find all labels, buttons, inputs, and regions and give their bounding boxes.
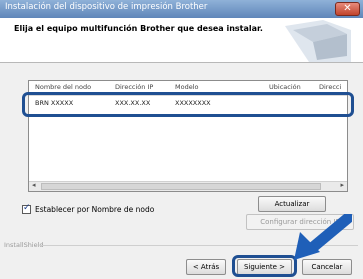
scroll-left-icon[interactable]: ◂	[32, 181, 36, 189]
brother-header-graphic	[285, 20, 351, 62]
column-header-node-name[interactable]: Nombre del nodo	[35, 83, 91, 91]
column-header-direction[interactable]: Direcci	[319, 83, 341, 91]
close-icon[interactable]: ✕	[335, 2, 360, 16]
scroll-right-icon[interactable]: ▸	[340, 181, 344, 189]
back-button[interactable]: < Atrás	[186, 259, 226, 275]
pointer-arrow-icon	[294, 214, 352, 260]
window-title: Instalación del dispositivo de impresión…	[5, 2, 208, 12]
scrollbar-thumb[interactable]	[41, 183, 321, 190]
next-highlight-callout	[232, 255, 297, 277]
title-bar: Instalación del dispositivo de impresión…	[0, 0, 363, 18]
instruction-text: Elija el equipo multifunción Brother que…	[14, 24, 263, 33]
column-header-location[interactable]: Ubicación	[269, 83, 301, 91]
checkmark-icon: ✓	[23, 203, 31, 213]
header-panel: Elija el equipo multifunción Brother que…	[0, 18, 363, 63]
installer-window: Instalación del dispositivo de impresión…	[0, 0, 363, 279]
set-by-node-name-checkbox[interactable]: ✓	[22, 203, 31, 214]
column-header-model[interactable]: Modelo	[175, 83, 199, 91]
column-header-ip-address[interactable]: Dirección IP	[115, 83, 153, 91]
row-highlight-callout	[22, 92, 354, 117]
refresh-button[interactable]: Actualizar	[258, 196, 326, 212]
horizontal-scrollbar[interactable]: ◂ ▸	[29, 181, 347, 191]
set-by-node-name-label: Establecer por Nombre de nodo	[35, 205, 155, 214]
installshield-brand: InstallShield	[4, 241, 44, 249]
